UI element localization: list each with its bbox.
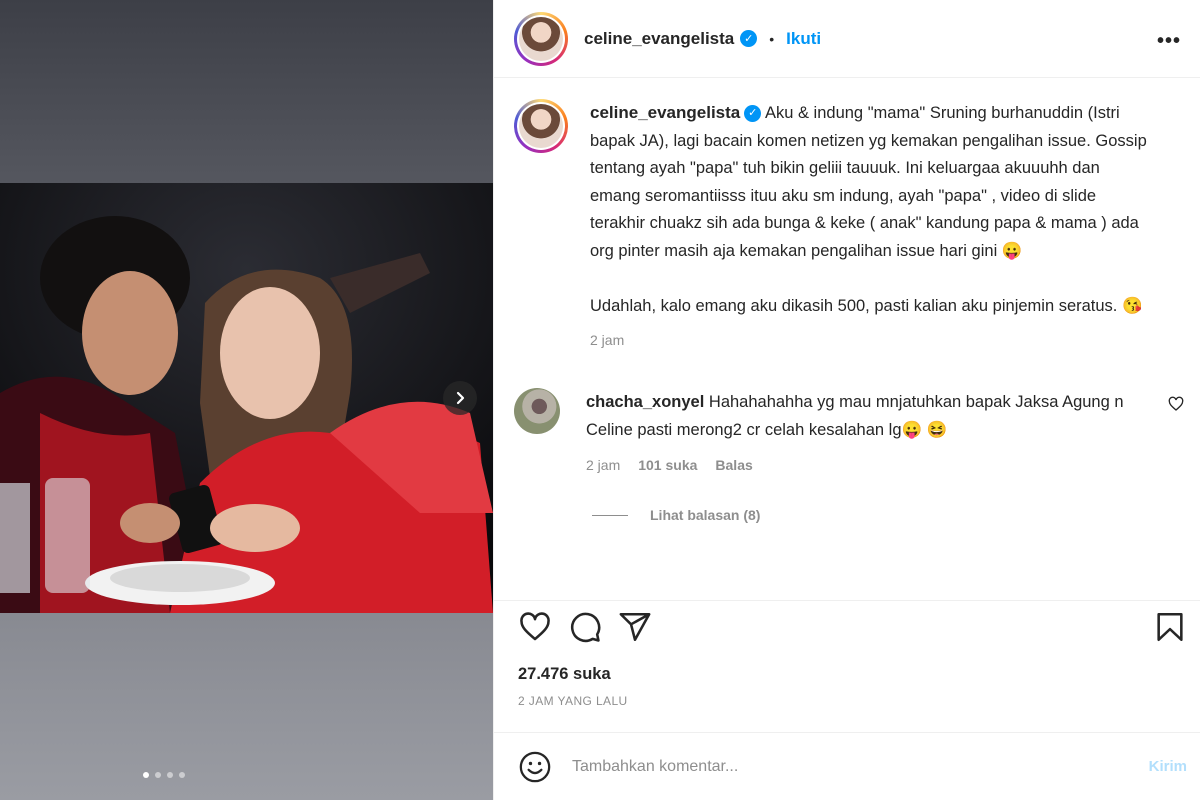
emoji-button[interactable] xyxy=(518,750,552,784)
view-replies-label: Lihat balasan (8) xyxy=(650,507,761,523)
share-icon xyxy=(619,612,651,642)
carousel-dot xyxy=(143,772,149,778)
post-media[interactable] xyxy=(0,0,493,800)
carousel-indicator xyxy=(143,772,185,778)
separator: • xyxy=(769,30,775,47)
verified-icon: ✓ xyxy=(740,30,758,47)
comment-username[interactable]: chacha_xonyel xyxy=(586,393,704,411)
post-header: celine_evangelista ✓ • Ikuti ••• xyxy=(494,0,1200,78)
caption-username[interactable]: celine_evangelista xyxy=(590,103,740,122)
likes-count[interactable]: 27.476 suka xyxy=(494,665,1200,684)
post-timestamp: 2 JAM YANG LALU xyxy=(518,694,628,708)
comments-section: celine_evangelista ✓ Aku & indung "mama" … xyxy=(494,79,1200,599)
avatar[interactable] xyxy=(514,99,568,153)
caption: celine_evangelista ✓ Aku & indung "mama" … xyxy=(514,99,1181,348)
view-replies-button[interactable]: Lihat balasan (8) xyxy=(592,507,1181,523)
save-button[interactable] xyxy=(1153,610,1187,644)
carousel-dot xyxy=(179,772,185,778)
avatar[interactable] xyxy=(514,11,568,66)
share-button[interactable] xyxy=(618,610,652,644)
comment-likes[interactable]: 101 suka xyxy=(638,457,697,473)
next-slide-button[interactable] xyxy=(443,381,477,415)
carousel-dot xyxy=(167,772,173,778)
follow-button[interactable]: Ikuti xyxy=(786,29,821,49)
post-side-panel: celine_evangelista ✓ • Ikuti ••• celine_… xyxy=(493,0,1200,800)
comment: chacha_xonyel Hahahahahha yg mau mnjatuh… xyxy=(514,388,1184,473)
like-button[interactable] xyxy=(518,610,552,644)
verified-icon: ✓ xyxy=(744,105,762,123)
carousel-dot xyxy=(155,772,161,778)
post-comment-button[interactable]: Kirim xyxy=(1149,758,1187,775)
bookmark-icon xyxy=(1157,612,1183,642)
comment-icon xyxy=(571,612,601,643)
replies-divider xyxy=(592,514,628,516)
comment-time[interactable]: 2 jam xyxy=(586,457,620,473)
comment-button[interactable] xyxy=(568,610,602,644)
avatar[interactable] xyxy=(514,388,560,434)
heart-icon xyxy=(520,612,550,641)
caption-text: Aku & indung "mama" Sruning burhanuddin … xyxy=(590,104,1147,315)
reply-button[interactable]: Balas xyxy=(715,457,752,473)
comment-input[interactable] xyxy=(572,757,1149,776)
caption-time[interactable]: 2 jam xyxy=(590,332,1150,348)
post-actions: 27.476 suka 2 JAM YANG LALU xyxy=(494,600,1200,718)
author-username[interactable]: celine_evangelista xyxy=(584,29,734,49)
emoji-icon xyxy=(519,751,551,782)
post-photo xyxy=(0,183,493,613)
chevron-right-icon xyxy=(456,391,465,405)
add-comment-bar: Kirim xyxy=(494,732,1200,800)
more-icon[interactable]: ••• xyxy=(1157,30,1181,53)
heart-icon[interactable] xyxy=(1168,396,1184,412)
